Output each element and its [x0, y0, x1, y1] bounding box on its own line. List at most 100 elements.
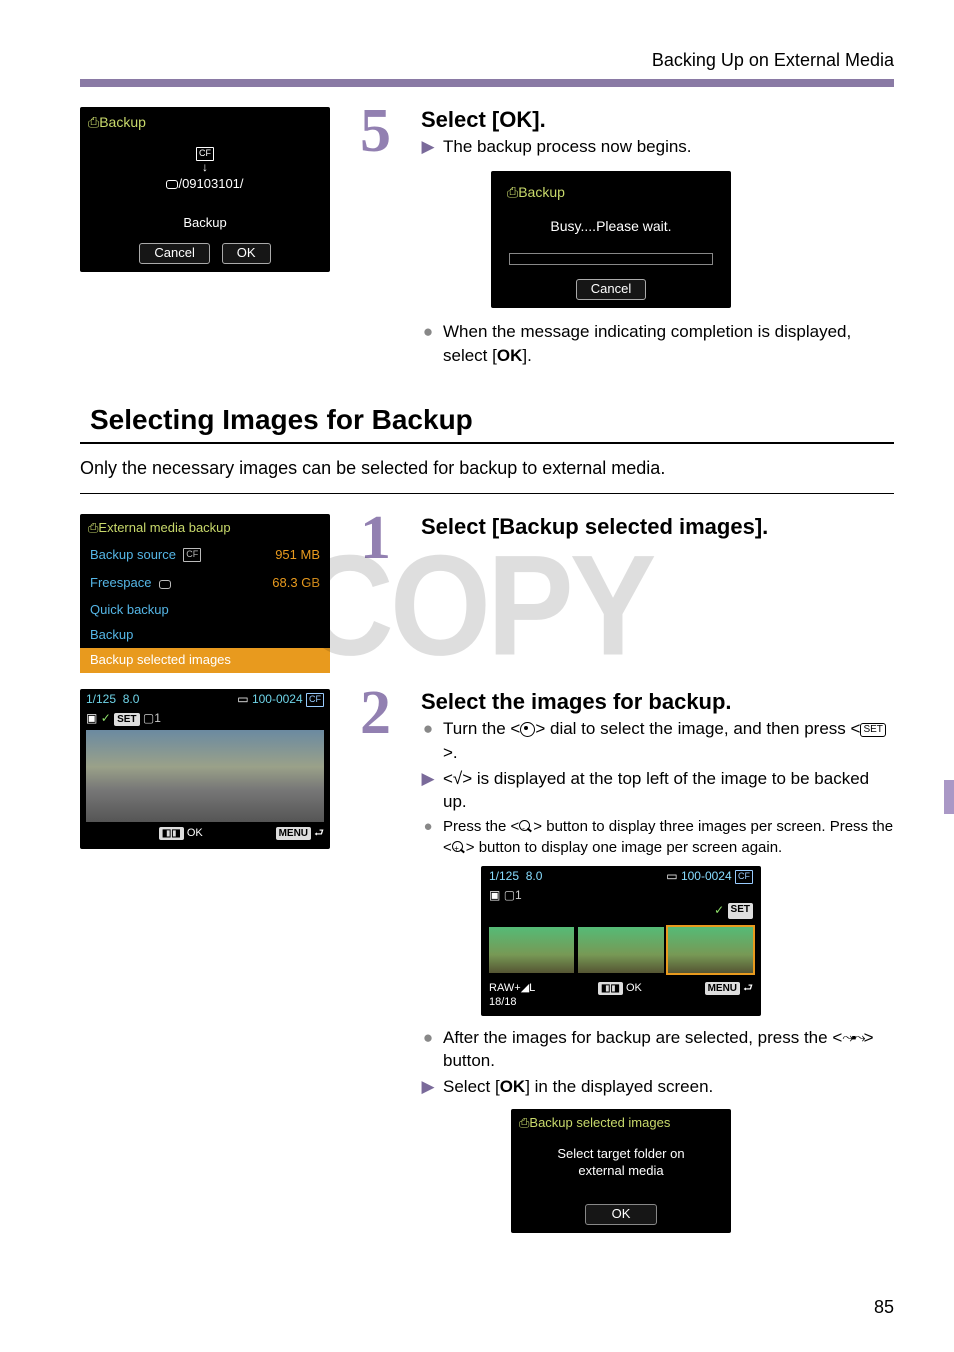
text: >.: [443, 743, 458, 762]
triangle-bullet-icon: ▶: [421, 767, 435, 815]
cf-card-icon: CF: [196, 147, 214, 161]
lcd-external-media-backup: ⎙External media backup Backup source CF …: [80, 514, 330, 673]
bsi-msg-line1: Select target folder on: [521, 1146, 721, 1163]
option-backup-selected-images[interactable]: Backup selected images: [80, 648, 330, 673]
ok-text: OK: [497, 346, 523, 365]
text: > button to display one image per screen…: [466, 839, 782, 856]
return-icon: ⮐: [743, 982, 753, 994]
nav-icon: ◧◨: [159, 827, 184, 840]
print-order-icon: ▣: [489, 888, 500, 902]
menu-badge: MENU: [276, 827, 311, 840]
busy-message: Busy....Please wait.: [499, 217, 723, 235]
aperture: 8.0: [526, 869, 543, 883]
folder-label: 100-0024: [681, 869, 732, 883]
option-backup[interactable]: Backup: [80, 623, 330, 648]
exp-icon: ▭: [666, 869, 677, 883]
backup-source-value: 951 MB: [275, 547, 320, 564]
triangle-bullet-icon: ▶: [421, 1075, 435, 1099]
thumbnail[interactable]: [578, 927, 663, 973]
hdd-icon: [159, 580, 171, 589]
backup-dest-path: /09103101/: [178, 176, 243, 191]
slot1-icon: ▢1: [504, 888, 522, 902]
bsi-title-icon: ⎙: [519, 1115, 529, 1130]
check-icon: ✓: [101, 711, 111, 725]
arrow-down-icon: ↓: [80, 160, 330, 176]
zoom-in-icon: +: [452, 841, 466, 855]
backup-action-label: Backup: [80, 215, 330, 232]
ok-button[interactable]: OK: [222, 243, 271, 264]
return-icon: ⮐: [314, 827, 324, 839]
lcd-backup-title-icon: ⎙: [88, 114, 99, 130]
ok-hint: OK: [626, 982, 642, 994]
lcd-backup-dialog: ⎙Backup CF ↓ /09103101/ Backup Cancel OK: [80, 107, 330, 272]
menu-badge: MENU: [705, 982, 740, 995]
freespace-label: Freespace: [90, 575, 151, 590]
step5-line1: The backup process now begins.: [443, 135, 894, 159]
ok-text: OK: [500, 1077, 526, 1096]
exp-icon: ▭: [237, 692, 248, 706]
lcd-busy-dialog: ⎙Backup Busy....Please wait. Cancel: [491, 171, 731, 308]
cancel-button[interactable]: Cancel: [139, 243, 209, 264]
shutter-speed: 1/125: [489, 869, 519, 883]
bullet-icon: ●: [421, 320, 435, 368]
image-format: RAW+: [489, 982, 521, 994]
text: ].: [522, 346, 531, 365]
thumbnail-selected[interactable]: [668, 927, 753, 973]
section-side-tab: [944, 780, 954, 814]
set-icon: SET: [860, 723, 885, 737]
step2-bullet4: After the images for backup are selected…: [443, 1026, 894, 1074]
section-intro: Only the necessary images can be selecte…: [80, 458, 894, 494]
bsi-ok-button[interactable]: OK: [585, 1204, 658, 1225]
dial-icon: [520, 722, 535, 737]
page-number: 85: [874, 1297, 894, 1318]
bullet-icon: ●: [421, 1026, 435, 1074]
text: > dial to select the image, and then pre…: [535, 719, 860, 738]
emb-title-icon: ⎙: [88, 520, 98, 535]
bsi-msg-line2: external media: [521, 1163, 721, 1180]
nav-icon: ◧◨: [598, 982, 623, 995]
aperture: 8.0: [123, 692, 140, 706]
busy-cancel-button[interactable]: Cancel: [576, 279, 646, 300]
section-title: Selecting Images for Backup: [80, 400, 894, 444]
lcd-thumbnail-view: 1/125 8.0 ▭ 100-0024 CF ▣ ▢1 ✓ SET RAW+◢…: [481, 866, 761, 1015]
lcd-busy-title-icon: ⎙: [507, 184, 518, 200]
shutter-speed: 1/125: [86, 692, 116, 706]
step2-bullet2: <√> is displayed at the top left of the …: [443, 767, 894, 815]
bsi-title: Backup selected images: [529, 1115, 670, 1130]
step2-bullet3: Press the <-> button to display three im…: [443, 816, 894, 858]
text: ] in the displayed screen.: [525, 1077, 713, 1096]
bullet-icon: ●: [421, 717, 435, 765]
thumbnail[interactable]: [489, 927, 574, 973]
jpeg-l-icon: ◢L: [521, 982, 536, 994]
text: Select [: [443, 1077, 500, 1096]
step2-bullet1: Turn the < > dial to select the image, an…: [443, 717, 894, 765]
slot1-icon: ▢1: [143, 711, 161, 725]
zoom-out-icon: -: [519, 820, 533, 834]
image-count: 18/18: [489, 996, 517, 1008]
step-5-title: Select [OK].: [421, 107, 894, 133]
hdd-icon: [166, 180, 178, 189]
emb-title: External media backup: [98, 520, 230, 535]
print-order-icon: ▣: [86, 711, 97, 725]
jump-button-icon: ⤳▪⤳: [842, 1028, 863, 1048]
lcd-busy-title: Backup: [518, 184, 565, 200]
header-rule: [80, 79, 894, 87]
set-badge: SET: [728, 903, 753, 919]
check-icon: ✓: [714, 903, 724, 919]
triangle-bullet-icon: ▶: [421, 135, 435, 159]
step5-line2: When the message indicating completion i…: [443, 320, 894, 368]
step-number-5: 5: [360, 107, 391, 157]
cf-icon: CF: [183, 548, 201, 562]
cf-icon: CF: [306, 693, 324, 707]
bullet-icon: ●: [421, 816, 435, 858]
option-quick-backup[interactable]: Quick backup: [80, 598, 330, 623]
cf-icon: CF: [735, 870, 753, 884]
text: Press the <: [443, 818, 519, 835]
backup-source-label: Backup source: [90, 547, 176, 562]
set-badge: SET: [114, 713, 139, 726]
step-1-title: Select [Backup selected images].: [421, 514, 894, 540]
text: Turn the <: [443, 719, 520, 738]
lcd-backup-selected-dialog: ⎙Backup selected images Select target fo…: [511, 1109, 731, 1233]
step-number-2: 2: [360, 689, 391, 739]
text: After the images for backup are selected…: [443, 1028, 842, 1047]
